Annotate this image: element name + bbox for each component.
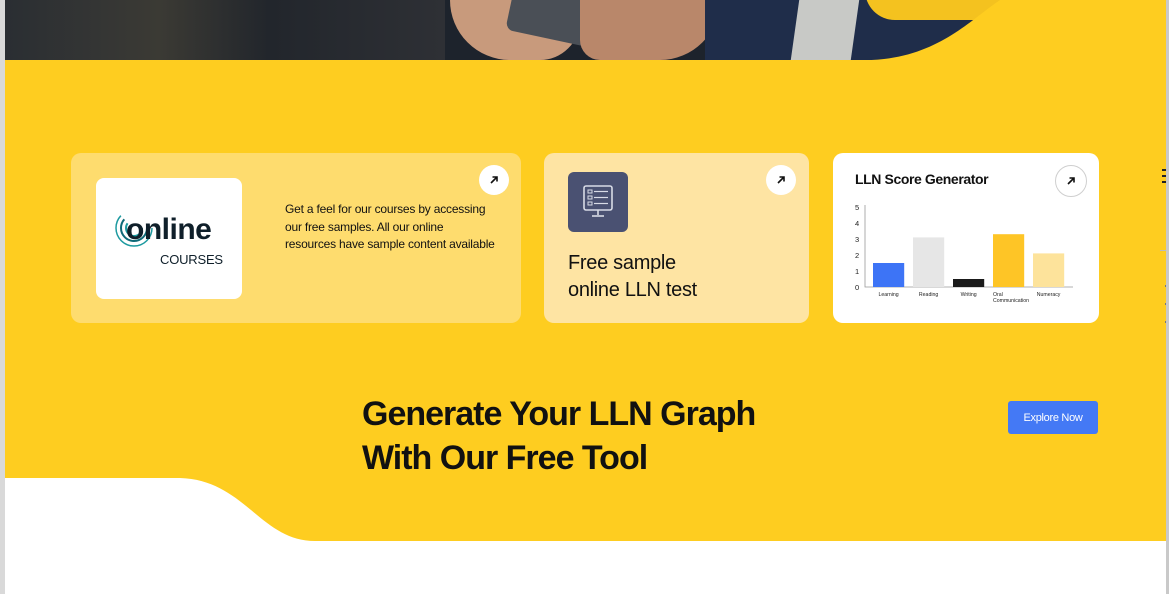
x-tick-label: Communication bbox=[993, 298, 1029, 304]
y-tick-label: 0 bbox=[855, 283, 859, 292]
lln-score-generator-card[interactable]: LLN Score Generator 0 1 2 3 4 5 Learning Readin… bbox=[833, 153, 1099, 323]
online-courses-logo: online COURSES bbox=[96, 178, 242, 299]
y-tick-label: 2 bbox=[855, 251, 859, 260]
card-title: Free sample online LLN test bbox=[568, 252, 697, 301]
x-tick-label: Numeracy bbox=[1037, 292, 1061, 298]
logo-subtitle: COURSES bbox=[160, 252, 223, 267]
x-tick-label: Writing bbox=[961, 292, 977, 298]
y-tick-label: 1 bbox=[855, 267, 859, 276]
arrow-up-right-icon bbox=[490, 176, 498, 184]
chart-bar bbox=[953, 279, 985, 287]
card-arrow-button[interactable] bbox=[1055, 165, 1087, 197]
y-tick-label: 5 bbox=[855, 203, 859, 212]
card-arrow-button[interactable] bbox=[479, 165, 509, 195]
free-sample-test-card[interactable]: Free sample online LLN test bbox=[544, 153, 809, 323]
y-tick-label: 4 bbox=[855, 219, 859, 228]
arrow-up-right-icon bbox=[1067, 177, 1075, 185]
chart-bar bbox=[1033, 253, 1065, 287]
x-tick-label: Reading bbox=[919, 292, 938, 298]
x-tick-label: Learning bbox=[878, 292, 898, 298]
lln-bar-chart: 012345Learning Reading Writing OralCommunic… bbox=[855, 203, 1073, 304]
explore-now-button[interactable]: Explore Now bbox=[1008, 401, 1098, 434]
arrow-up-right-icon bbox=[777, 176, 785, 184]
chart-bar bbox=[913, 237, 945, 287]
computer-test-icon bbox=[568, 172, 628, 232]
cta-heading: Generate Your LLN Graph With Our Free To… bbox=[362, 395, 756, 477]
y-tick-label: 3 bbox=[855, 235, 859, 244]
card-arrow-button[interactable] bbox=[766, 165, 796, 195]
chart-bar bbox=[873, 263, 905, 287]
card-title: LLN Score Generator bbox=[855, 171, 989, 187]
card-description: Get a feel for our courses by accessing … bbox=[285, 202, 495, 251]
logo-wordmark: online bbox=[126, 213, 212, 246]
chart-bar bbox=[993, 234, 1025, 287]
online-courses-card[interactable]: online COURSES Get a feel for our course… bbox=[71, 153, 521, 323]
